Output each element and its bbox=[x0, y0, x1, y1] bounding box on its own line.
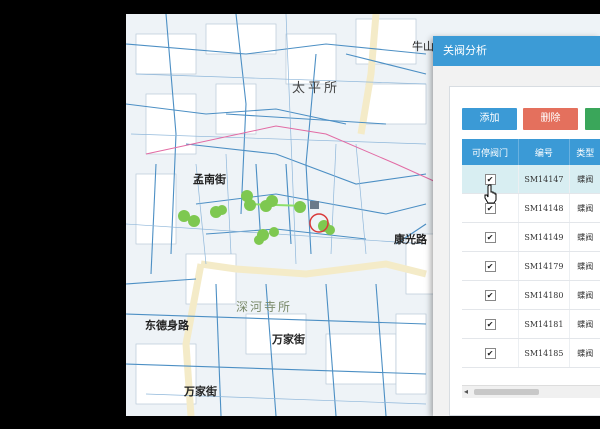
row-checkbox[interactable]: ✔ bbox=[484, 289, 496, 301]
row-id: SM14147 bbox=[518, 165, 570, 194]
add-button[interactable]: 添加 bbox=[462, 108, 517, 130]
valve-analysis-dialog: 关阀分析 添加 删除 可停阀门 编号 类型 ✔ SM14147 蝶阀 ✔ SM1… bbox=[433, 36, 600, 416]
table-row[interactable]: ✔ SM14149 蝶阀 bbox=[462, 222, 600, 252]
row-type: 蝶阀 bbox=[569, 309, 600, 339]
row-type: 蝶阀 bbox=[569, 165, 600, 194]
delete-button[interactable]: 删除 bbox=[523, 108, 578, 130]
row-type: 蝶阀 bbox=[569, 251, 600, 281]
valve-table: 可停阀门 编号 类型 ✔ SM14147 蝶阀 ✔ SM14148 蝶阀 ✔ S… bbox=[462, 139, 600, 368]
row-checkbox[interactable]: ✔ bbox=[484, 173, 496, 185]
label-mengnan: 孟南街 bbox=[193, 173, 226, 186]
table-row[interactable]: ✔ SM14181 蝶阀 bbox=[462, 309, 600, 339]
label-wanjia-2: 万家街 bbox=[184, 385, 217, 398]
row-id: SM14180 bbox=[518, 280, 570, 310]
table-row[interactable]: ✔ SM14148 蝶阀 bbox=[462, 193, 600, 223]
dialog-title[interactable]: 关阀分析 bbox=[433, 36, 600, 66]
table-row[interactable]: ✔ SM14185 蝶阀 bbox=[462, 338, 600, 368]
row-type: 蝶阀 bbox=[569, 338, 600, 368]
row-type: 蝶阀 bbox=[569, 280, 600, 310]
row-id: SM14181 bbox=[518, 309, 570, 339]
table-row[interactable]: ✔ SM14179 蝶阀 bbox=[462, 251, 600, 281]
row-checkbox[interactable]: ✔ bbox=[484, 318, 496, 330]
label-taiping: 太平所 bbox=[292, 81, 341, 96]
row-checkbox[interactable]: ✔ bbox=[484, 202, 496, 214]
label-niushan: 牛山 bbox=[412, 40, 434, 53]
column-header-closable[interactable]: 可停阀门 bbox=[462, 139, 520, 165]
row-type: 蝶阀 bbox=[569, 193, 600, 223]
table-row[interactable]: ✔ SM14180 蝶阀 bbox=[462, 280, 600, 310]
hand-cursor-icon bbox=[484, 184, 497, 204]
row-id: SM14149 bbox=[518, 222, 570, 252]
column-header-id[interactable]: 编号 bbox=[518, 139, 570, 165]
more-button[interactable] bbox=[585, 108, 600, 130]
scroll-left-icon[interactable]: ◂ bbox=[464, 387, 468, 396]
horizontal-scrollbar[interactable]: ◂ bbox=[462, 385, 600, 398]
row-checkbox[interactable]: ✔ bbox=[484, 347, 496, 359]
dialog-body: 添加 删除 可停阀门 编号 类型 ✔ SM14147 蝶阀 ✔ SM14148 … bbox=[449, 86, 600, 416]
row-type: 蝶阀 bbox=[569, 222, 600, 252]
valve-icon bbox=[310, 201, 319, 209]
row-id: SM14185 bbox=[518, 338, 570, 368]
table-row[interactable]: ✔ SM14147 蝶阀 bbox=[462, 165, 600, 194]
label-wanjia-1: 万家街 bbox=[272, 333, 305, 346]
scroll-thumb[interactable] bbox=[474, 389, 539, 395]
label-dongde: 东德身路 bbox=[145, 319, 189, 332]
row-id: SM14148 bbox=[518, 193, 570, 223]
label-kangguang: 康光路 bbox=[394, 233, 427, 246]
row-checkbox[interactable]: ✔ bbox=[484, 260, 496, 272]
row-checkbox[interactable]: ✔ bbox=[484, 231, 496, 243]
label-shenhe: 深河寺所 bbox=[236, 300, 293, 314]
row-id: SM14179 bbox=[518, 251, 570, 281]
column-header-type[interactable]: 类型 bbox=[569, 139, 600, 165]
